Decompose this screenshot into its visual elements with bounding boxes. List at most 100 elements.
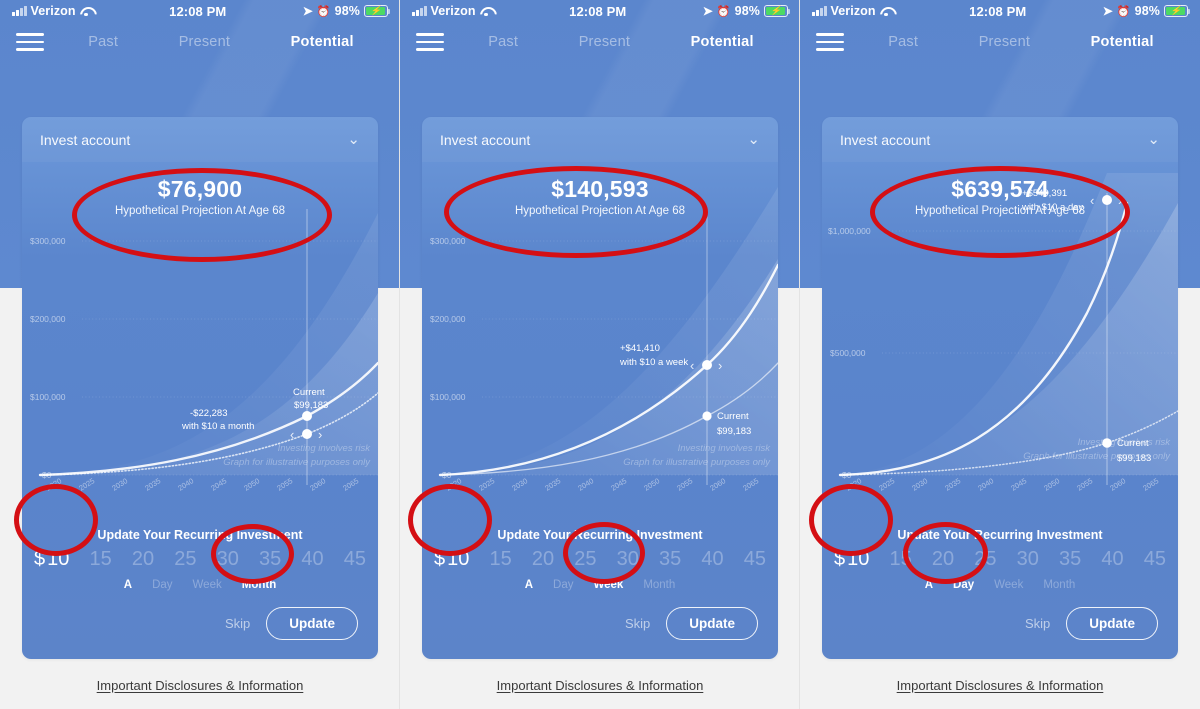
frequency-option-month[interactable]: Month	[643, 579, 675, 591]
disclosure-link[interactable]: Important Disclosures & Information	[800, 678, 1200, 693]
svg-text:2065: 2065	[741, 476, 760, 492]
wifi-icon	[480, 6, 493, 17]
amount-option-10[interactable]: $10	[834, 548, 869, 571]
disclosure-link[interactable]: Important Disclosures & Information	[0, 678, 400, 693]
tab-present[interactable]: Present	[979, 34, 1030, 50]
card-header[interactable]: Invest account ⌄	[22, 117, 378, 162]
chevron-right-icon: ›	[718, 358, 722, 373]
svg-text:2035: 2035	[543, 476, 562, 492]
amount-option-10[interactable]: $10	[34, 548, 69, 571]
tab-present[interactable]: Present	[179, 34, 230, 50]
invest-account-card: Invest account ⌄ $639,574 Hypothetical P…	[822, 117, 1178, 659]
disclosure-link[interactable]: Important Disclosures & Information	[400, 678, 800, 693]
amount-option-25[interactable]: 25	[174, 548, 196, 571]
frequency-option-month[interactable]: Month	[242, 579, 276, 591]
amount-option-40[interactable]: 40	[701, 548, 723, 571]
status-bar-time: 12:08 PM	[569, 3, 627, 19]
svg-text:2030: 2030	[910, 476, 929, 492]
projection-point	[302, 429, 312, 439]
amount-option-15[interactable]: 15	[90, 548, 112, 571]
tab-past[interactable]: Past	[88, 34, 118, 50]
tab-past[interactable]: Past	[888, 34, 918, 50]
phone-panel-week: Verizon 12:08 PM ➤ ⏰ 98% ⚡ Past Present …	[400, 0, 800, 709]
hamburger-menu-icon[interactable]	[416, 33, 444, 51]
frequency-prefix-a: A	[123, 579, 133, 591]
frequency-option-day[interactable]: Day	[553, 579, 573, 591]
projection-block: $140,593 Hypothetical Projection At Age …	[422, 162, 778, 223]
frequency-option-week[interactable]: Week	[593, 579, 623, 591]
hamburger-menu-icon[interactable]	[816, 33, 844, 51]
frequency-prefix-a: A	[924, 579, 934, 591]
chevron-down-icon[interactable]: ⌄	[347, 132, 360, 147]
amount-option-25[interactable]: 25	[574, 548, 596, 571]
tab-past[interactable]: Past	[488, 34, 518, 50]
tab-present[interactable]: Present	[579, 34, 630, 50]
projection-block: $76,900 Hypothetical Projection At Age 6…	[22, 162, 378, 223]
svg-text:2055: 2055	[675, 476, 694, 492]
hamburger-menu-icon[interactable]	[16, 33, 44, 51]
frequency-option-day[interactable]: Day	[953, 579, 974, 591]
account-label: Invest account	[40, 131, 131, 148]
tab-potential[interactable]: Potential	[691, 34, 754, 50]
amount-option-20[interactable]: 20	[932, 548, 954, 571]
battery-percent-label: 98%	[1134, 4, 1160, 18]
skip-button[interactable]: Skip	[1025, 616, 1050, 631]
frequency-option-day[interactable]: Day	[152, 579, 172, 591]
skip-button[interactable]: Skip	[225, 616, 250, 631]
location-arrow-icon: ➤	[1102, 4, 1113, 18]
frequency-option-week[interactable]: Week	[193, 579, 222, 591]
disclaimer-line2: Graph for illustrative purposes only	[1023, 451, 1171, 462]
frequency-option-month[interactable]: Month	[1043, 579, 1075, 591]
amount-option-45[interactable]: 45	[744, 548, 766, 571]
amount-option-20[interactable]: 20	[532, 548, 554, 571]
delta-caption: with $10 a week	[619, 357, 688, 368]
update-button[interactable]: Update	[1066, 607, 1158, 640]
amount-option-30[interactable]: 30	[217, 548, 239, 571]
disclaimer-line2: Graph for illustrative purposes only	[223, 457, 371, 468]
account-label: Invest account	[440, 131, 531, 148]
card-header[interactable]: Invest account ⌄	[822, 117, 1178, 162]
wifi-icon	[880, 6, 893, 17]
frequency-prefix-a: A	[524, 579, 534, 591]
chevron-right-icon: ›	[318, 427, 322, 442]
current-point	[302, 411, 312, 421]
status-bar: Verizon 12:08 PM ➤ ⏰ 98% ⚡	[800, 0, 1200, 22]
y-tick-200k: $200,000	[430, 314, 466, 324]
current-point	[702, 411, 712, 421]
action-row: Skip Update	[422, 591, 778, 640]
svg-text:2050: 2050	[242, 476, 261, 492]
amount-option-10[interactable]: $10	[434, 548, 469, 571]
amount-option-35[interactable]: 35	[659, 548, 681, 571]
chevron-down-icon[interactable]: ⌄	[747, 132, 760, 147]
amount-option-30[interactable]: 30	[617, 548, 639, 571]
amount-selector: $10 15 20 25 30 35 40 45	[422, 542, 778, 571]
update-button[interactable]: Update	[666, 607, 758, 640]
tab-potential[interactable]: Potential	[1091, 34, 1154, 50]
card-header[interactable]: Invest account ⌄	[422, 117, 778, 162]
amount-option-15[interactable]: 15	[890, 548, 912, 571]
amount-option-35[interactable]: 35	[1059, 548, 1081, 571]
alarm-clock-icon: ⏰	[716, 5, 731, 18]
amount-option-15[interactable]: 15	[490, 548, 512, 571]
amount-option-35[interactable]: 35	[259, 548, 281, 571]
amount-option-25[interactable]: 25	[974, 548, 996, 571]
frequency-option-week[interactable]: Week	[994, 579, 1023, 591]
disclaimer-line1: Investing involves risk	[678, 443, 772, 454]
delta-amount: +$41,410	[620, 343, 660, 354]
status-bar-right: ➤ ⏰ 98% ⚡	[1102, 4, 1191, 18]
update-button[interactable]: Update	[266, 607, 358, 640]
chevron-down-icon[interactable]: ⌄	[1147, 132, 1160, 147]
amount-option-45[interactable]: 45	[1144, 548, 1166, 571]
amount-option-40[interactable]: 40	[301, 548, 323, 571]
account-label: Invest account	[840, 131, 931, 148]
amount-option-20[interactable]: 20	[132, 548, 154, 571]
amount-option-45[interactable]: 45	[344, 548, 366, 571]
amount-option-40[interactable]: 40	[1101, 548, 1123, 571]
action-row: Skip Update	[22, 591, 378, 640]
skip-button[interactable]: Skip	[625, 616, 650, 631]
chart-svg: $300,000 $200,000 $100,000 $0 ‹ › Curren…	[430, 187, 778, 493]
y-tick-500k: $500,000	[830, 348, 866, 358]
phone-panel-day: Verizon 12:08 PM ➤ ⏰ 98% ⚡ Past Present …	[800, 0, 1200, 709]
tab-potential[interactable]: Potential	[291, 34, 354, 50]
amount-option-30[interactable]: 30	[1017, 548, 1039, 571]
